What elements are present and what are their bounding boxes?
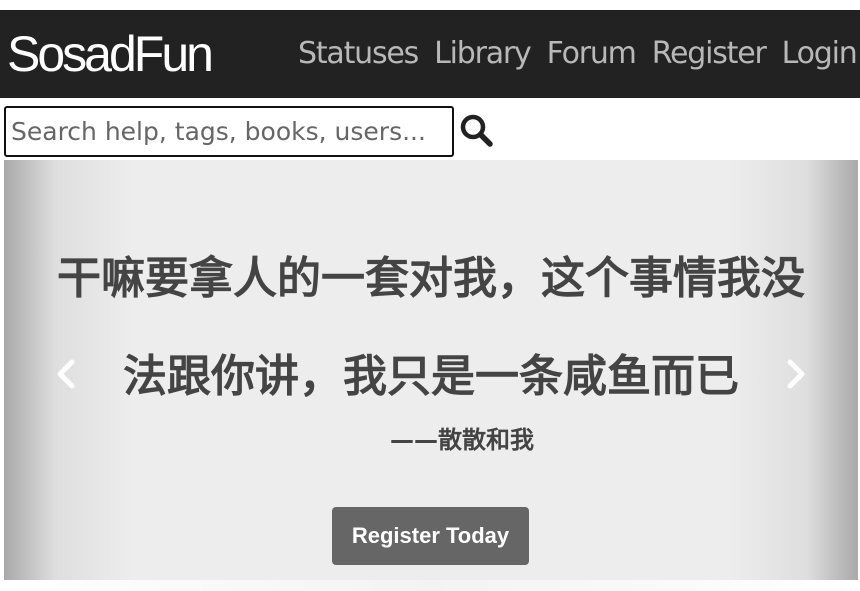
- search-bar: [0, 98, 860, 160]
- quote-line-1: 干嘛要拿人的一套对我，这个事情我没: [57, 253, 805, 304]
- nav-link-forum[interactable]: Forum: [547, 34, 637, 74]
- top-strip: [0, 0, 860, 10]
- quote-line-2: 法跟你讲，我只是一条咸鱼而已: [123, 351, 739, 402]
- brand-logo[interactable]: SosadFun: [7, 24, 214, 84]
- chevron-left-icon: [57, 359, 75, 389]
- hero-carousel: 干嘛要拿人的一套对我，这个事情我没 法跟你讲，我只是一条咸鱼而已 ——散散和我 …: [4, 160, 858, 580]
- search-input[interactable]: [4, 106, 454, 157]
- carousel-next-button[interactable]: [782, 356, 810, 392]
- navbar: SosadFun Statuses Library Forum Register…: [0, 10, 860, 98]
- register-today-button[interactable]: Register Today: [332, 507, 529, 565]
- nav-link-library[interactable]: Library: [434, 34, 532, 74]
- search-button[interactable]: [458, 112, 496, 150]
- chevron-right-icon: [787, 359, 805, 389]
- nav-link-register[interactable]: Register: [652, 34, 767, 74]
- bottom-strip: [0, 580, 860, 591]
- nav-link-login[interactable]: Login: [782, 34, 858, 74]
- carousel-prev-button[interactable]: [52, 356, 80, 392]
- carousel-quote: 干嘛要拿人的一套对我，这个事情我没 法跟你讲，我只是一条咸鱼而已: [4, 230, 858, 426]
- nav-links: Statuses Library Forum Register Login: [298, 34, 858, 74]
- nav-link-statuses[interactable]: Statuses: [298, 34, 419, 74]
- quote-attribution: ——散散和我: [390, 426, 534, 454]
- search-icon: [460, 114, 493, 147]
